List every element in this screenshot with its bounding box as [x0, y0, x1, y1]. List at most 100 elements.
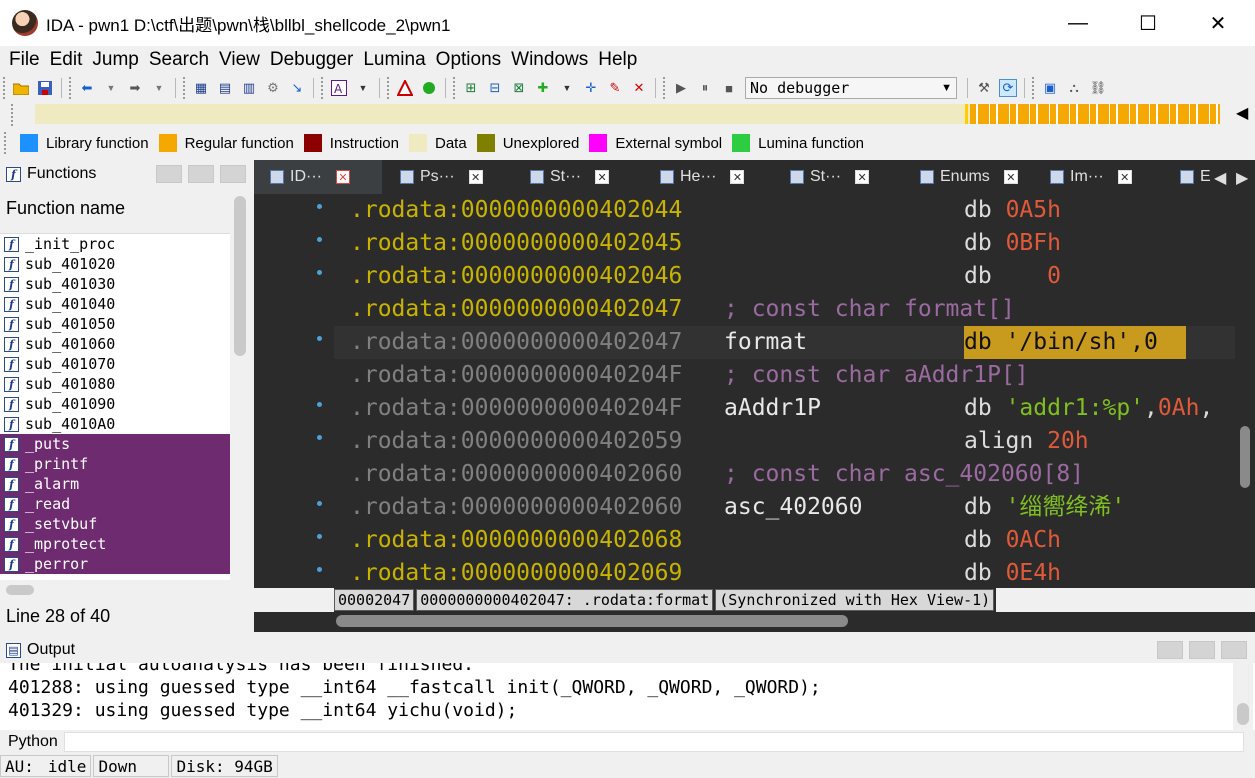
- tab-close-icon[interactable]: ✕: [335, 170, 350, 184]
- minimize-button[interactable]: —: [1043, 0, 1113, 46]
- run-icon[interactable]: [420, 79, 438, 97]
- menu-file[interactable]: File: [4, 49, 45, 71]
- function-list-item[interactable]: f sub_401080: [0, 374, 230, 394]
- function-list-item[interactable]: f sub_4010A0: [0, 414, 230, 434]
- disassembly-view[interactable]: .rodata:0000000000402044 db 0A5h .rodata:0…: [254, 194, 1255, 588]
- edit-icon[interactable]: ✎: [606, 79, 624, 97]
- panel-restore-button[interactable]: [1157, 641, 1183, 659]
- disassembly-vertical-scrollbar[interactable]: [1235, 194, 1255, 588]
- call-graph-icon[interactable]: ⛓: [1089, 79, 1107, 97]
- disassembly-line[interactable]: .rodata:0000000000402044 db 0A5h: [334, 194, 1255, 227]
- disassembly-listing[interactable]: .rodata:0000000000402044 db 0A5h .rodata:0…: [334, 194, 1255, 588]
- tab-close-icon[interactable]: ✕: [1117, 170, 1132, 184]
- script-edit-icon[interactable]: ⊠: [510, 79, 528, 97]
- tab-4[interactable]: St··· ✕: [774, 160, 902, 194]
- disassembly-line[interactable]: .rodata:0000000000402047 ; const char for…: [334, 293, 1255, 326]
- script-new-icon[interactable]: ⊞: [462, 79, 480, 97]
- tab-close-icon[interactable]: ✕: [855, 170, 870, 184]
- xrefs-icon[interactable]: ⛬: [1065, 79, 1083, 97]
- plus-icon[interactable]: ✛: [582, 79, 600, 97]
- tab-close-icon[interactable]: ✕: [1003, 170, 1018, 184]
- function-list-item[interactable]: f sub_401060: [0, 334, 230, 354]
- chevron-down-icon[interactable]: ▼: [150, 79, 168, 97]
- disassembly-line[interactable]: .rodata:0000000000402060 asc_402060 db '缁嚮…: [334, 491, 1255, 524]
- close-button[interactable]: ✕: [1183, 0, 1253, 46]
- functions-icon[interactable]: ▦: [192, 79, 210, 97]
- debugger-select[interactable]: No debugger ▼: [745, 77, 957, 99]
- panel-restore-button[interactable]: [156, 165, 182, 183]
- output-log[interactable]: The initial autoanalysis has been finish…: [0, 663, 1255, 730]
- function-list-item[interactable]: f sub_401070: [0, 354, 230, 374]
- function-list-item[interactable]: f _setvbuf: [0, 514, 230, 534]
- jump-icon[interactable]: ↘: [288, 79, 306, 97]
- function-list-item[interactable]: f _printf: [0, 454, 230, 474]
- forward-icon[interactable]: ➡: [126, 79, 144, 97]
- disassembly-line[interactable]: .rodata:0000000000402047 format db '/bin/s…: [334, 326, 1255, 359]
- chevron-left-icon[interactable]: ◀: [1214, 168, 1226, 188]
- function-list-item[interactable]: f _perror: [0, 554, 230, 574]
- tab-close-icon[interactable]: ✕: [468, 170, 483, 184]
- tab-0[interactable]: ID··· ✕: [254, 160, 382, 194]
- function-list-item[interactable]: f sub_401090: [0, 394, 230, 414]
- python-command-input[interactable]: [63, 732, 1244, 752]
- stop-icon[interactable]: [396, 79, 414, 97]
- function-list-item[interactable]: f sub_401020: [0, 254, 230, 274]
- chevron-down-icon[interactable]: ▼: [102, 79, 120, 97]
- flowchart-icon[interactable]: ▣: [1041, 79, 1059, 97]
- panel-float-button[interactable]: [188, 165, 214, 183]
- tab-1[interactable]: Ps··· ✕: [384, 160, 512, 194]
- delete-icon[interactable]: ✕: [630, 79, 648, 97]
- tab-3[interactable]: He··· ✕: [644, 160, 772, 194]
- function-list-item[interactable]: f _init_proc: [0, 234, 230, 254]
- menu-lumina[interactable]: Lumina: [358, 49, 430, 71]
- text-color-icon[interactable]: A: [330, 79, 348, 97]
- strings-icon[interactable]: ▥: [240, 79, 258, 97]
- names-icon[interactable]: ▤: [216, 79, 234, 97]
- menu-jump[interactable]: Jump: [87, 49, 143, 71]
- maximize-button[interactable]: ☐: [1113, 0, 1183, 46]
- attach-icon[interactable]: ⚒: [975, 79, 993, 97]
- disassembly-line[interactable]: .rodata:000000000040204F ; const char aAd…: [334, 359, 1255, 392]
- menu-debugger[interactable]: Debugger: [265, 49, 358, 71]
- functions-horizontal-scrollbar[interactable]: [0, 580, 250, 600]
- menu-view[interactable]: View: [214, 49, 265, 71]
- panel-close-button[interactable]: [220, 165, 246, 183]
- disassembly-line[interactable]: .rodata:0000000000402045 db 0BFh: [334, 227, 1255, 260]
- tab-close-icon[interactable]: ✕: [595, 170, 610, 184]
- function-list-item[interactable]: f sub_401050: [0, 314, 230, 334]
- function-list-item[interactable]: f _read: [0, 494, 230, 514]
- function-list-item[interactable]: f sub_401030: [0, 274, 230, 294]
- script-run-icon[interactable]: ⊟: [486, 79, 504, 97]
- tab-close-icon[interactable]: ✕: [730, 170, 745, 184]
- tab-2[interactable]: St··· ✕: [514, 160, 642, 194]
- functions-vertical-scrollbar[interactable]: [230, 190, 250, 580]
- function-list-item[interactable]: f _alarm: [0, 474, 230, 494]
- output-vertical-scrollbar[interactable]: [1233, 663, 1253, 730]
- pause-icon[interactable]: ⏸: [696, 79, 714, 97]
- panel-close-button[interactable]: [1221, 641, 1247, 659]
- menu-help[interactable]: Help: [593, 49, 642, 71]
- graph-icon[interactable]: ⟳: [999, 79, 1017, 97]
- chevron-right-icon[interactable]: ▶: [1236, 168, 1248, 188]
- stop-debug-icon[interactable]: ■: [720, 79, 738, 97]
- function-list-item[interactable]: f sub_401040: [0, 294, 230, 314]
- play-icon[interactable]: ▶: [672, 79, 690, 97]
- tab-6[interactable]: Im··· ✕: [1034, 160, 1162, 194]
- disassembly-line[interactable]: .rodata:0000000000402059 align 20h: [334, 425, 1255, 458]
- toolbar-grip[interactable]: [3, 77, 6, 99]
- function-list-item[interactable]: f _mprotect: [0, 534, 230, 554]
- disassembly-line[interactable]: .rodata:0000000000402068 db 0ACh: [334, 524, 1255, 557]
- disassembly-line[interactable]: .rodata:000000000040204F aAddr1P db 'addr1…: [334, 392, 1255, 425]
- disassembly-line[interactable]: .rodata:0000000000402069 db 0E4h: [334, 557, 1255, 588]
- navigator-strip[interactable]: [35, 104, 1220, 124]
- disassembly-line[interactable]: .rodata:0000000000402060 ; const char asc…: [334, 458, 1255, 491]
- menu-options[interactable]: Options: [431, 49, 506, 71]
- save-icon[interactable]: [36, 79, 54, 97]
- chevron-left-icon[interactable]: ◀: [1236, 103, 1248, 123]
- menu-search[interactable]: Search: [144, 49, 214, 71]
- menu-windows[interactable]: Windows: [506, 49, 593, 71]
- tab-5[interactable]: Enums ✕: [904, 160, 1032, 194]
- function-list-item[interactable]: f _puts: [0, 434, 230, 454]
- back-icon[interactable]: ⬅: [78, 79, 96, 97]
- function-name-column-header[interactable]: Function name: [0, 190, 230, 234]
